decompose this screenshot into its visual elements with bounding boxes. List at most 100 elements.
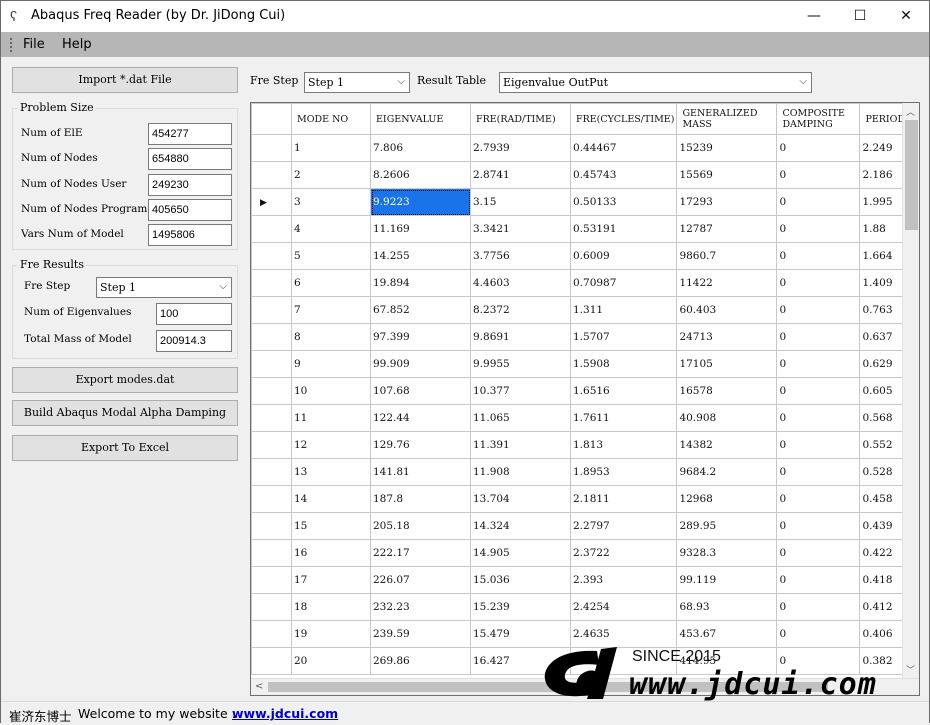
row-header[interactable] [251,269,292,297]
table-cell[interactable]: 15.036 [470,566,571,594]
table-cell[interactable]: 1 [291,134,371,162]
table-cell[interactable]: 0.50133 [569,188,678,216]
table-cell[interactable]: 414.95 [676,647,778,675]
column-header[interactable]: MODE NO [291,103,371,135]
table-cell[interactable]: 0 [776,161,861,189]
table-cell[interactable]: 11.065 [470,404,571,432]
table-cell[interactable]: 0 [776,566,861,594]
table-cell[interactable]: 16.427 [470,647,571,675]
toolbar-fre-step-select[interactable]: Step 1 ⌵ [304,72,410,93]
table-cell[interactable]: 2.8741 [470,161,571,189]
table-row[interactable]: 14 187.8 13.704 2.1811 12968 0 0.458 [251,485,916,513]
table-cell[interactable]: 0.53191 [569,215,678,243]
column-header[interactable]: COMPOSITE DAMPING [776,103,861,135]
table-cell[interactable]: 10 [291,377,371,405]
export-modes-button[interactable]: Export modes.dat [12,367,238,393]
table-row[interactable]: 7 67.852 8.2372 1.311 60.403 0 0.763 [251,296,916,324]
table-cell[interactable]: 289.95 [676,512,778,540]
table-cell[interactable]: 2.2797 [569,512,678,540]
table-cell[interactable]: 9.8691 [470,323,571,351]
table-cell[interactable]: 11 [291,404,371,432]
table-cell[interactable]: 14.905 [470,539,571,567]
table-cell[interactable]: 17293 [676,188,778,216]
grid-corner-cell[interactable] [251,103,292,135]
vertical-scroll-thumb[interactable] [905,120,918,230]
table-cell[interactable]: 14 [291,485,371,513]
table-cell[interactable]: 1.5707 [569,323,678,351]
table-cell[interactable]: 2.393 [569,566,678,594]
table-row[interactable]: 18 232.23 15.239 2.4254 68.93 0 0.412 [251,593,916,621]
table-cell[interactable]: 17105 [676,350,778,378]
table-row[interactable]: 13 141.81 11.908 1.8953 9684.2 0 0.528 [251,458,916,486]
column-header[interactable]: FRE(RAD/TIME) [470,103,571,135]
table-cell[interactable]: 1.813 [569,431,678,459]
fre-step-select[interactable]: Step 1 ⌵ [96,277,232,298]
num-nodes-field[interactable]: 654880 [148,148,232,170]
table-cell[interactable]: 16 [291,539,371,567]
column-header[interactable]: GENERALIZED MASS [676,103,778,135]
table-cell[interactable]: 2.4254 [569,593,678,621]
results-grid[interactable]: MODE NO EIGENVALUE FRE(RAD/TIME) FRE(CYCLES… [250,102,920,696]
table-cell[interactable]: 19 [291,620,371,648]
table-cell[interactable]: 1.5908 [569,350,678,378]
table-cell[interactable]: 2 [291,161,371,189]
table-row[interactable]: 10 107.68 10.377 1.6516 16578 0 0.605 [251,377,916,405]
table-cell[interactable]: 2.6145 [569,647,678,675]
table-cell[interactable]: 0 [776,350,861,378]
table-cell[interactable]: 0 [776,377,861,405]
table-cell[interactable]: 0 [776,593,861,621]
table-cell[interactable]: 11422 [676,269,778,297]
table-cell[interactable]: 99.909 [370,350,471,378]
row-header[interactable] [251,242,292,270]
table-cell[interactable]: 0 [776,485,861,513]
row-header[interactable] [251,566,292,594]
table-cell[interactable]: 129.76 [370,431,471,459]
scroll-up-icon[interactable]: ︿ [906,105,915,118]
table-cell[interactable]: 0 [776,242,861,270]
table-cell[interactable]: 6 [291,269,371,297]
table-cell[interactable]: 15.479 [470,620,571,648]
table-cell[interactable]: 15569 [676,161,778,189]
table-cell[interactable]: 4.4603 [470,269,571,297]
table-cell[interactable]: 2.4635 [569,620,678,648]
table-cell[interactable]: 2.1811 [569,485,678,513]
table-cell[interactable]: 15 [291,512,371,540]
result-table-select[interactable]: Eigenvalue OutPut ⌵ [499,72,812,93]
table-cell[interactable]: 1.8953 [569,458,678,486]
table-cell[interactable]: 11.169 [370,215,471,243]
num-ele-field[interactable]: 454277 [148,123,232,145]
table-cell[interactable]: 0.44467 [569,134,678,162]
table-cell[interactable]: 11.908 [470,458,571,486]
table-cell[interactable]: 12 [291,431,371,459]
close-button[interactable]: ✕ [883,1,929,32]
table-cell[interactable]: 0 [776,323,861,351]
table-cell[interactable]: 3.15 [470,188,571,216]
table-cell[interactable]: 97.399 [370,323,471,351]
maximize-button[interactable]: ☐ [837,1,883,32]
row-header[interactable] [251,350,292,378]
horizontal-scroll-thumb[interactable] [268,682,828,692]
table-cell[interactable]: 8 [291,323,371,351]
table-cell[interactable]: 141.81 [370,458,471,486]
build-damping-button[interactable]: Build Abaqus Modal Alpha Damping [12,400,238,426]
table-row[interactable]: 8 97.399 9.8691 1.5707 24713 0 0.637 [251,323,916,351]
table-cell[interactable]: 9 [291,350,371,378]
table-cell[interactable]: 4 [291,215,371,243]
table-cell[interactable]: 0 [776,512,861,540]
minimize-button[interactable]: — [791,1,837,32]
table-cell[interactable]: 122.44 [370,404,471,432]
table-cell[interactable]: 99.119 [676,566,778,594]
table-cell[interactable]: 14.324 [470,512,571,540]
table-cell[interactable]: 0 [776,620,861,648]
row-header[interactable] [251,404,292,432]
table-row[interactable]: 17 226.07 15.036 2.393 99.119 0 0.418 [251,566,916,594]
table-row[interactable]: 9 99.909 9.9955 1.5908 17105 0 0.629 [251,350,916,378]
table-cell[interactable]: 19.894 [370,269,471,297]
table-cell[interactable]: 8.2606 [370,161,471,189]
table-cell[interactable]: 24713 [676,323,778,351]
table-cell[interactable]: 3 [291,188,371,216]
table-cell[interactable]: 0 [776,647,861,675]
table-cell[interactable]: 269.86 [370,647,471,675]
table-cell[interactable]: 67.852 [370,296,471,324]
table-cell[interactable]: 5 [291,242,371,270]
